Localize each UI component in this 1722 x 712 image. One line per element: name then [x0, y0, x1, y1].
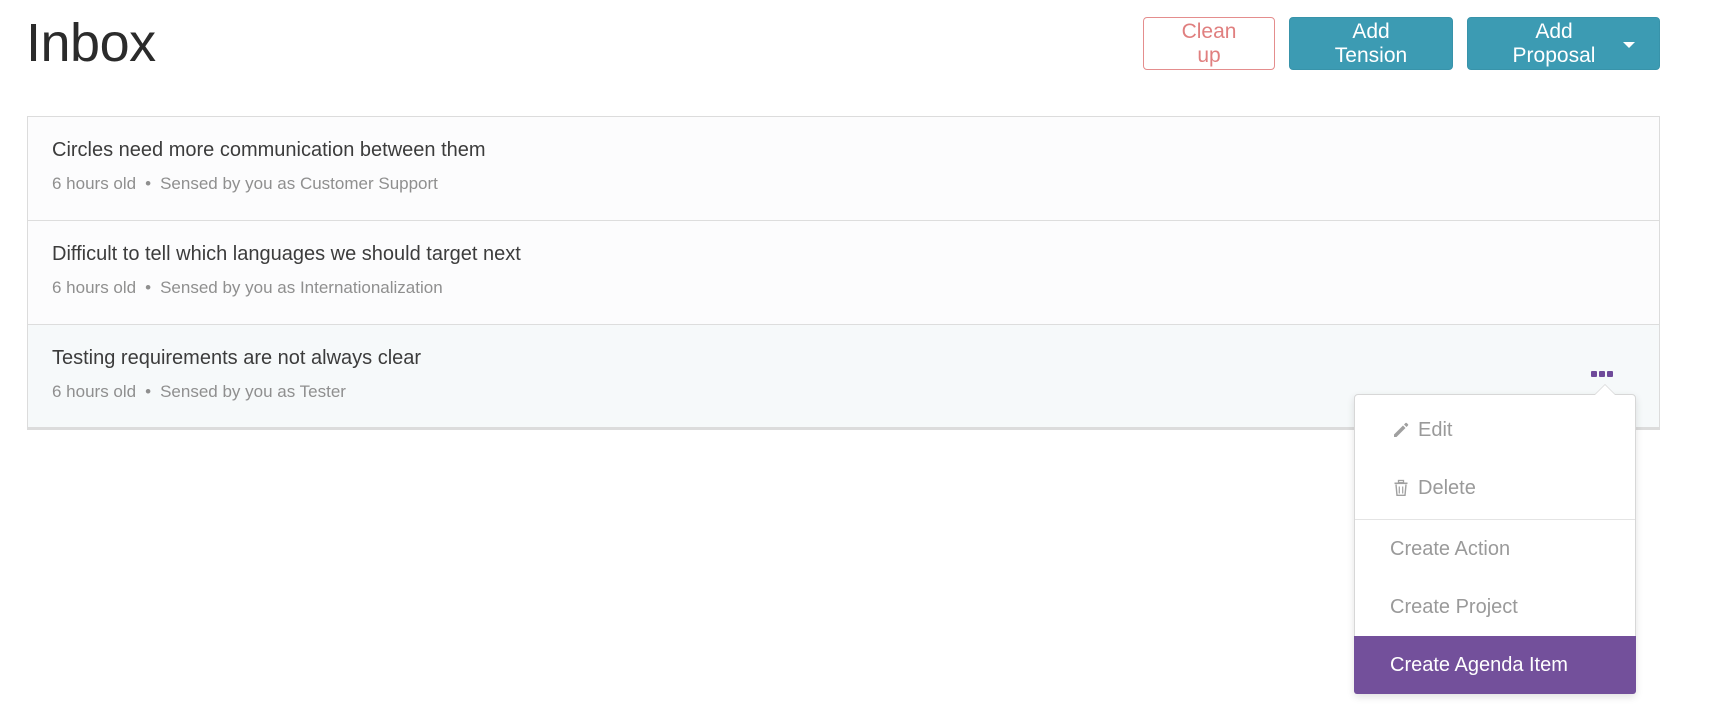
- menu-item-create-agenda-item[interactable]: Create Agenda Item: [1354, 636, 1636, 694]
- add-tension-label: Add Tension: [1334, 19, 1408, 67]
- menu-item-delete[interactable]: Delete: [1355, 459, 1635, 517]
- pencil-icon: [1390, 419, 1412, 441]
- clean-up-button[interactable]: Clean up: [1143, 17, 1275, 70]
- menu-item-create-agenda-item-label: Create Agenda Item: [1390, 653, 1568, 676]
- tension-meta: 6 hours old • Sensed by you as Customer Su…: [52, 173, 1635, 195]
- tension-meta: 6 hours old • Sensed by you as Internation…: [52, 277, 1635, 299]
- menu-item-create-project-label: Create Project: [1390, 595, 1518, 618]
- tension-sensed-by: Sensed by you as Internationalization: [160, 278, 443, 297]
- dot: [1607, 371, 1613, 377]
- header-actions: Clean up Add Tension Add Proposal: [1143, 17, 1660, 70]
- tension-title: Circles need more communication between …: [52, 139, 486, 161]
- caret-down-icon: [1623, 41, 1635, 48]
- dot: [1599, 371, 1605, 377]
- meta-separator: •: [145, 174, 152, 193]
- menu-item-create-action-label: Create Action: [1390, 537, 1511, 560]
- menu-item-create-action[interactable]: Create Action: [1355, 520, 1635, 578]
- tension-sensed-by: Sensed by you as Tester: [160, 382, 346, 401]
- add-proposal-button[interactable]: Add Proposal: [1467, 17, 1660, 70]
- tension-age: 6 hours old: [52, 382, 137, 401]
- clean-up-label: Clean up: [1181, 19, 1237, 67]
- menu-item-create-project[interactable]: Create Project: [1355, 578, 1635, 636]
- menu-item-delete-label: Delete: [1418, 476, 1476, 499]
- tension-sensed-by: Sensed by you as Customer Support: [160, 174, 438, 193]
- tension-title: Difficult to tell which languages we sho…: [52, 243, 521, 265]
- dot: [1591, 371, 1597, 377]
- meta-separator: •: [145, 278, 152, 297]
- tension-options-menu: Edit Delete Create Action Create Project…: [1354, 384, 1636, 694]
- trash-icon: [1390, 477, 1412, 499]
- menu-item-edit[interactable]: Edit: [1355, 401, 1635, 459]
- tension-list: Circles need more communication between …: [27, 116, 1660, 430]
- inbox-page: Inbox Clean up Add Tension Add Proposal …: [0, 0, 1722, 712]
- add-proposal-label: Add Proposal: [1512, 19, 1596, 67]
- tension-item[interactable]: Difficult to tell which languages we sho…: [28, 221, 1659, 325]
- meta-separator: •: [145, 382, 152, 401]
- page-title: Inbox: [26, 13, 156, 73]
- tension-title: Testing requirements are not always clea…: [52, 347, 422, 369]
- tension-age: 6 hours old: [52, 174, 137, 193]
- tension-item[interactable]: Circles need more communication between …: [28, 117, 1659, 221]
- menu-item-edit-label: Edit: [1418, 418, 1453, 441]
- add-tension-button[interactable]: Add Tension: [1289, 17, 1453, 70]
- more-options-icon[interactable]: [1589, 367, 1615, 381]
- tension-age: 6 hours old: [52, 278, 137, 297]
